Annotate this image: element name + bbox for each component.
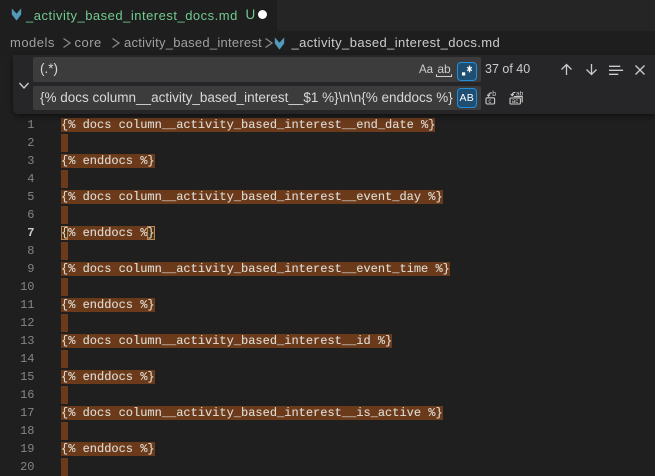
svg-text:ac: ac [512,98,519,105]
svg-text:c: c [488,98,491,105]
svg-text:ab: ab [437,62,451,76]
svg-text:b: b [492,91,496,98]
